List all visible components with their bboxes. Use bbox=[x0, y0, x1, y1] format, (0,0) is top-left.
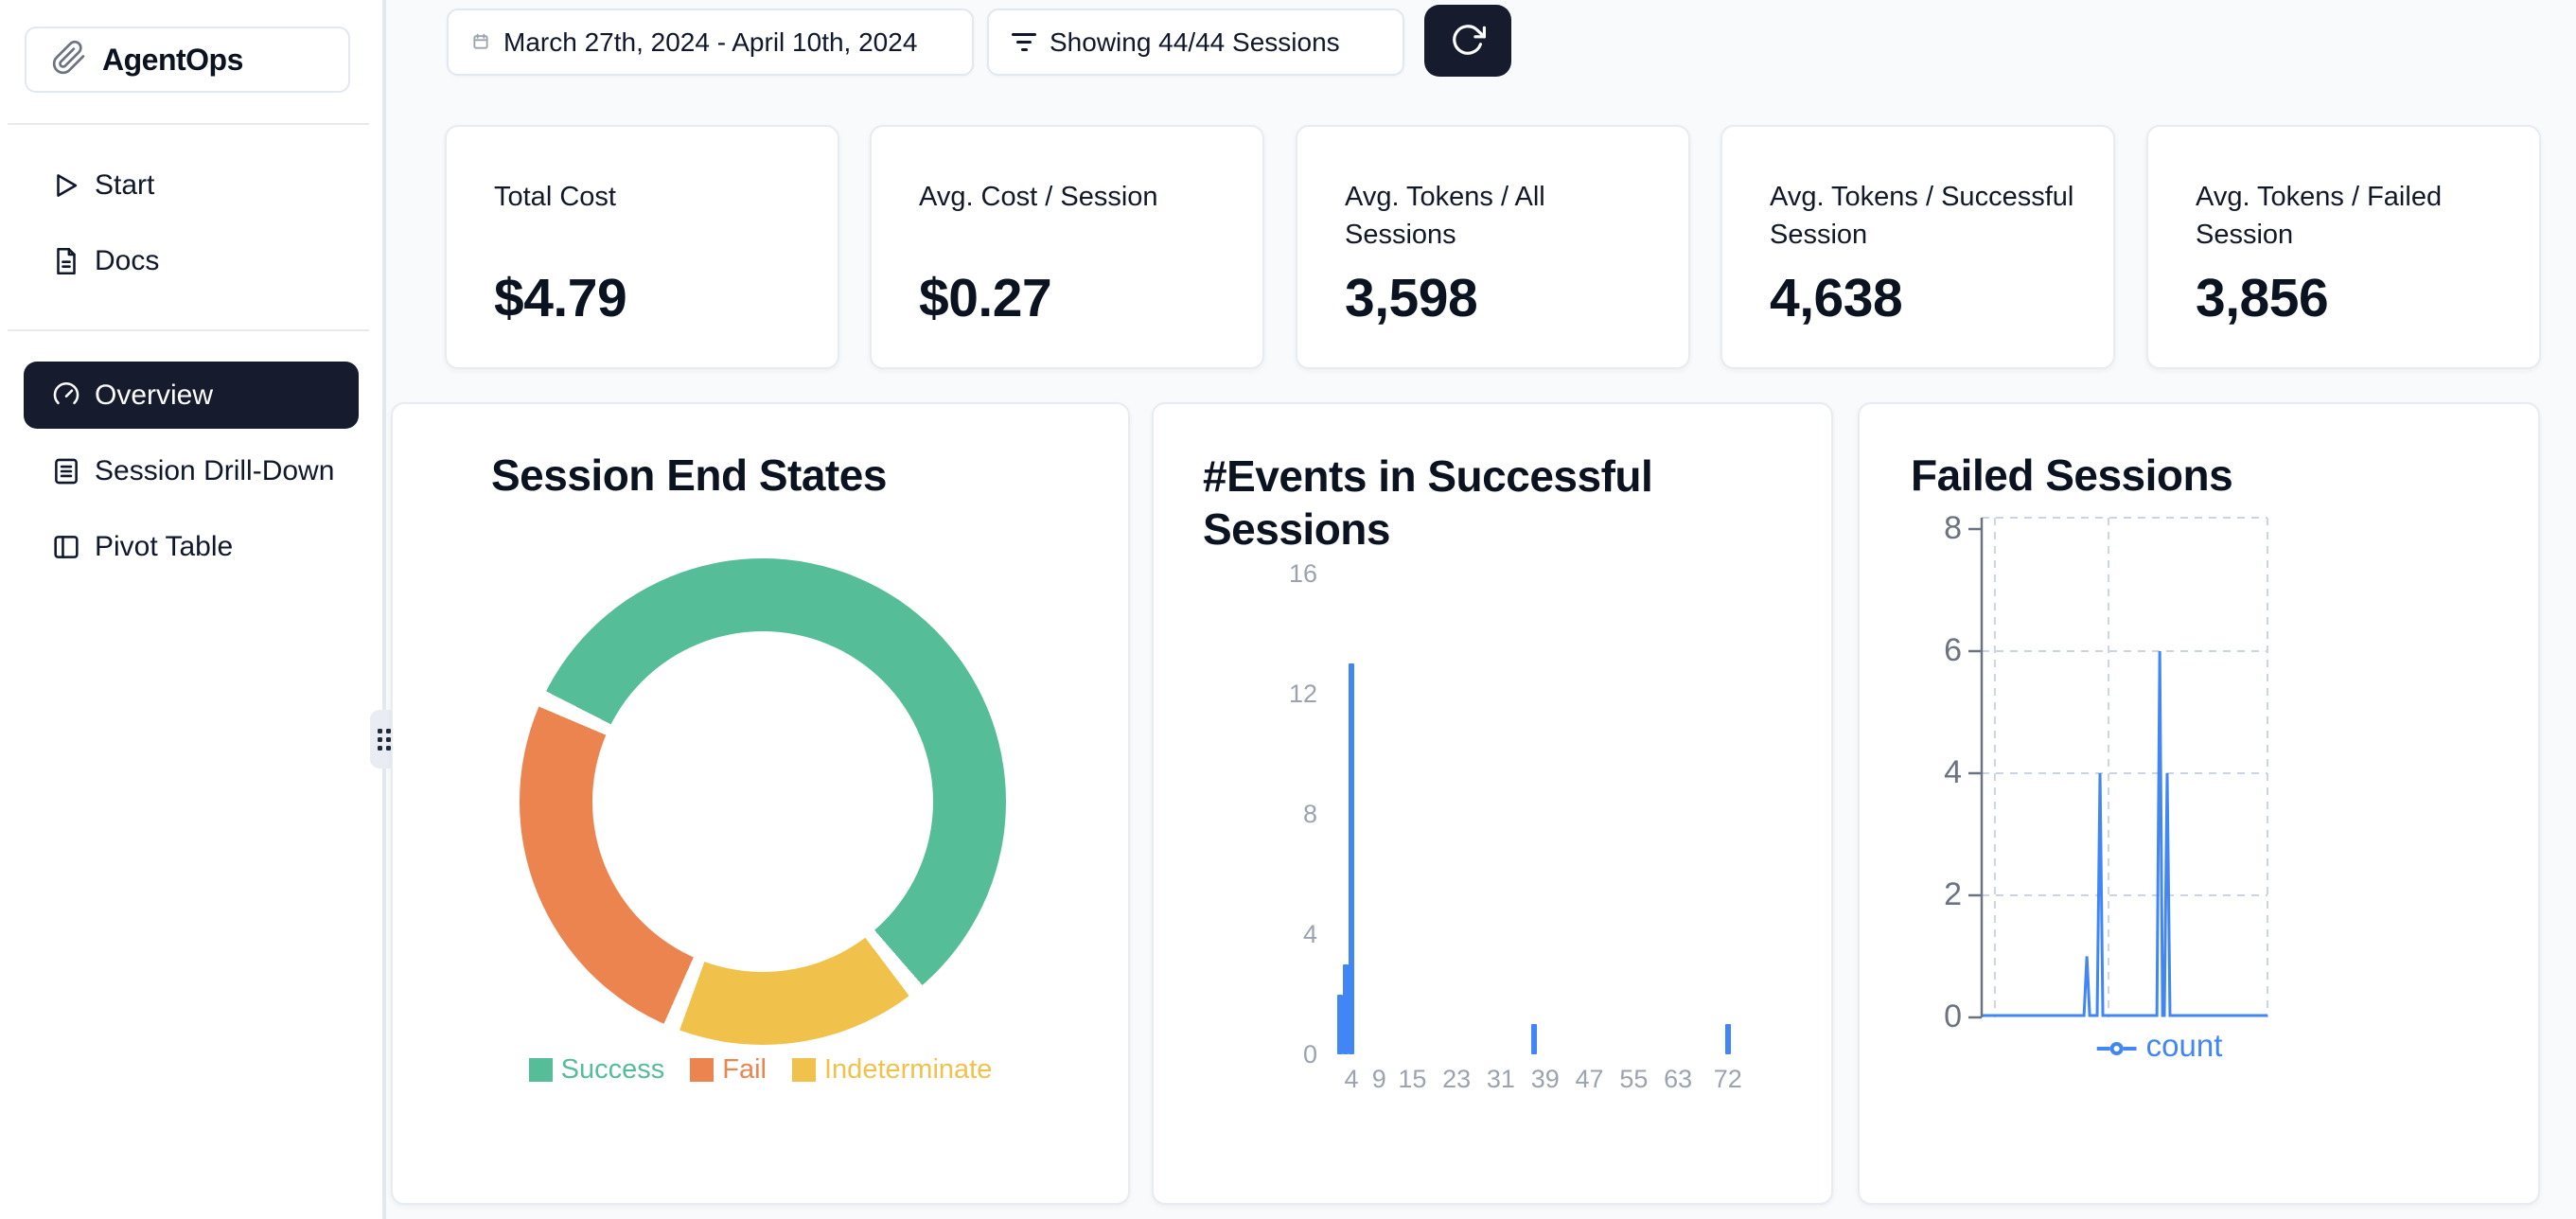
stat-value: 3,598 bbox=[1345, 267, 1477, 329]
sessions-filter-label: Showing 44/44 Sessions bbox=[1050, 27, 1340, 58]
sidebar-item-label: Pivot Table bbox=[95, 531, 233, 563]
stat-value: 4,638 bbox=[1770, 267, 1902, 329]
sidebar: AgentOps Start Docs Overview Session Drill… bbox=[0, 0, 382, 1219]
count-legend[interactable]: count bbox=[2097, 1028, 2223, 1064]
app-title: AgentOps bbox=[102, 43, 243, 78]
sidebar-nav-main: Overview Session Drill-Down Pivot Table bbox=[0, 362, 382, 589]
events-histogram-card: #Events in Successful Sessions 048121649… bbox=[1152, 402, 1833, 1205]
events-histogram-plot: 0481216491523313947556372 bbox=[1154, 404, 1831, 1203]
stat-label: Avg. Tokens / Successful Session bbox=[1770, 178, 2082, 254]
failed-sessions-card: Failed Sessions 02468 count bbox=[1858, 402, 2540, 1205]
count-legend-label: count bbox=[2146, 1028, 2223, 1064]
legend-label: Success bbox=[561, 1054, 665, 1086]
stat-card-3: Avg. Tokens / All Sessions 3,598 bbox=[1296, 125, 1690, 369]
y-axis-label: 0 bbox=[1242, 1041, 1317, 1068]
x-axis-label: 72 bbox=[1695, 1065, 1761, 1094]
sidebar-item-start[interactable]: Start bbox=[24, 151, 359, 219]
bar bbox=[1725, 1024, 1731, 1054]
y-axis-label: 8 bbox=[1242, 801, 1317, 827]
chart-title: Session End States bbox=[491, 449, 887, 502]
donut-legend: Success Fail Indeterminate bbox=[393, 1054, 1128, 1086]
sidebar-resize-divider bbox=[382, 0, 386, 1219]
y-axis-label: 8 bbox=[1888, 511, 1962, 545]
grip-dots-icon bbox=[378, 729, 391, 751]
legend-swatch bbox=[529, 1058, 553, 1082]
dashboard: AgentOps Start Docs Overview Session Drill… bbox=[0, 0, 2576, 1219]
donut-hole bbox=[592, 631, 933, 972]
sidebar-divider bbox=[8, 329, 369, 331]
date-range-label: March 27th, 2024 - April 10th, 2024 bbox=[503, 27, 917, 58]
y-axis-label: 2 bbox=[1888, 877, 1962, 911]
app-logo[interactable]: AgentOps bbox=[25, 26, 350, 93]
y-axis-label: 12 bbox=[1242, 680, 1317, 707]
calendar-icon bbox=[471, 27, 490, 58]
y-axis-label: 4 bbox=[1888, 755, 1962, 789]
line-marker-icon bbox=[2097, 1028, 2137, 1064]
y-axis-label: 4 bbox=[1242, 921, 1317, 947]
stat-value: $4.79 bbox=[494, 267, 626, 329]
legend-item-fail[interactable]: Fail bbox=[690, 1054, 767, 1086]
paperclip-icon bbox=[51, 40, 87, 80]
y-axis-label: 16 bbox=[1242, 560, 1317, 587]
stat-label: Avg. Cost / Session bbox=[919, 178, 1231, 216]
refresh-button[interactable] bbox=[1424, 5, 1511, 77]
refresh-icon bbox=[1450, 22, 1486, 61]
sessions-filter-button[interactable]: Showing 44/44 Sessions bbox=[987, 9, 1404, 76]
session-end-states-donut bbox=[520, 558, 1006, 1045]
sidebar-item-label: Start bbox=[95, 169, 154, 202]
legend-item-success[interactable]: Success bbox=[529, 1054, 665, 1086]
stat-card-4: Avg. Tokens / Successful Session 4,638 bbox=[1720, 125, 2115, 369]
legend-label: Indeterminate bbox=[824, 1054, 992, 1086]
stat-label: Avg. Tokens / Failed Session bbox=[2196, 178, 2508, 254]
stat-label: Avg. Tokens / All Sessions bbox=[1345, 178, 1657, 254]
bar bbox=[1531, 1024, 1537, 1054]
legend-label: Fail bbox=[722, 1054, 767, 1086]
stat-value: $0.27 bbox=[919, 267, 1051, 329]
sidebar-item-session-drill-down[interactable]: Session Drill-Down bbox=[24, 437, 359, 504]
date-range-picker[interactable]: March 27th, 2024 - April 10th, 2024 bbox=[447, 9, 974, 76]
y-axis-label: 0 bbox=[1888, 999, 1962, 1034]
sidebar-item-overview[interactable]: Overview bbox=[24, 362, 359, 429]
bar bbox=[1349, 663, 1354, 1054]
sidebar-item-docs[interactable]: Docs bbox=[24, 227, 359, 294]
stat-label: Total Cost bbox=[494, 178, 806, 216]
filter-icon bbox=[1012, 33, 1036, 51]
sidebar-nav-top: Start Docs bbox=[0, 151, 382, 303]
sidebar-item-label: Overview bbox=[95, 380, 213, 412]
y-axis-label: 6 bbox=[1888, 633, 1962, 667]
stat-card-5: Avg. Tokens / Failed Session 3,856 bbox=[2146, 125, 2541, 369]
sidebar-item-pivot-table[interactable]: Pivot Table bbox=[24, 513, 359, 580]
sidebar-divider bbox=[8, 123, 369, 125]
legend-swatch bbox=[792, 1058, 816, 1082]
stat-card-2: Avg. Cost / Session $0.27 bbox=[870, 125, 1264, 369]
legend-swatch bbox=[690, 1058, 714, 1082]
stat-value: 3,856 bbox=[2196, 267, 2328, 329]
sidebar-item-label: Session Drill-Down bbox=[95, 455, 334, 487]
legend-item-indeterminate[interactable]: Indeterminate bbox=[792, 1054, 992, 1086]
sidebar-item-label: Docs bbox=[95, 245, 159, 277]
stat-card-1: Total Cost $4.79 bbox=[445, 125, 839, 369]
session-end-states-card: Session End States Success Fail Indetermin… bbox=[391, 402, 1130, 1205]
failed-sessions-plot: 0 2 4 6 8 bbox=[1860, 404, 2538, 1203]
